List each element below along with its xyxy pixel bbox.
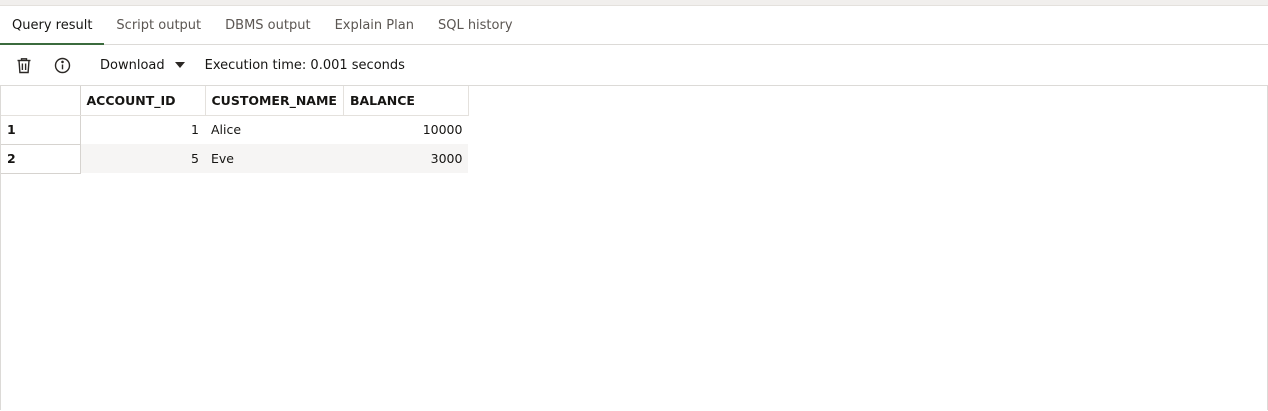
cell-account-id[interactable]: 5 (80, 144, 205, 173)
clear-results-button[interactable] (10, 51, 38, 79)
cell-balance[interactable]: 10000 (343, 115, 469, 144)
column-header-account-id[interactable]: ACCOUNT_ID (80, 86, 206, 116)
output-tabs: Query result Script output DBMS output E… (0, 6, 1268, 45)
download-menu-button[interactable]: Download (100, 58, 185, 73)
table-row: 1 1 Alice 10000 (1, 115, 469, 145)
info-button[interactable] (48, 51, 76, 79)
row-number[interactable]: 2 (1, 144, 81, 174)
cell-customer-name[interactable]: Eve (205, 144, 344, 173)
tab-sql-history[interactable]: SQL history (426, 6, 525, 44)
tab-script-output[interactable]: Script output (104, 6, 213, 44)
tab-dbms-output[interactable]: DBMS output (213, 6, 322, 44)
rownum-header (1, 86, 81, 116)
table-row: 2 5 Eve 3000 (1, 144, 469, 174)
info-icon (54, 57, 71, 74)
row-number[interactable]: 1 (1, 115, 81, 145)
column-header-balance[interactable]: BALANCE (343, 86, 469, 116)
results-toolbar: Download Execution time: 0.001 seconds (0, 45, 1268, 86)
cell-account-id[interactable]: 1 (80, 115, 205, 144)
trash-icon (16, 57, 32, 74)
results-table: ACCOUNT_ID CUSTOMER_NAME BALANCE 1 1 Ali… (1, 86, 469, 174)
cell-balance[interactable]: 3000 (343, 144, 469, 173)
tab-query-result[interactable]: Query result (0, 6, 105, 45)
tab-explain-plan[interactable]: Explain Plan (323, 6, 426, 44)
caret-down-icon (174, 62, 185, 68)
execution-time: Execution time: 0.001 seconds (204, 57, 405, 73)
download-label: Download (100, 57, 165, 73)
column-header-customer-name[interactable]: CUSTOMER_NAME (205, 86, 344, 116)
header-row: ACCOUNT_ID CUSTOMER_NAME BALANCE (1, 86, 469, 116)
cell-customer-name[interactable]: Alice (205, 115, 344, 144)
results-grid: ACCOUNT_ID CUSTOMER_NAME BALANCE 1 1 Ali… (0, 86, 1268, 410)
